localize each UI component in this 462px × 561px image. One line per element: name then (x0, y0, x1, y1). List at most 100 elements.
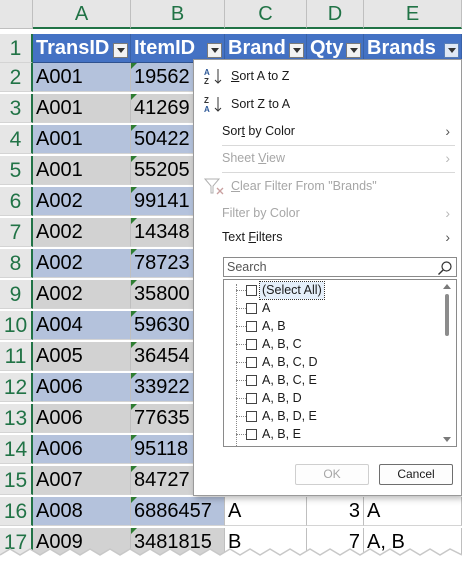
cancel-button[interactable]: Cancel (379, 464, 453, 485)
list-item[interactable]: A, B, C, E (224, 372, 436, 389)
row-number[interactable]: 6 (0, 187, 33, 216)
filter-dropdown-icon[interactable] (346, 43, 361, 58)
cell-itemid-value: 35800 (134, 283, 190, 305)
spreadsheet: A B C D E 1 TransID ItemID Brand Qty Bra… (0, 0, 462, 561)
number-as-text-indicator (131, 249, 137, 255)
checkbox[interactable] (246, 285, 257, 296)
cell-transid[interactable]: A005 (33, 342, 131, 371)
cell-transid[interactable]: A001 (33, 94, 131, 123)
cell-transid[interactable]: A002 (33, 187, 131, 216)
filter-values-list[interactable]: (Select All) A A, B A, B, C A, B, C, D A, B, … (223, 279, 457, 447)
list-item-label: (Select All) (259, 281, 325, 300)
row-number[interactable]: 7 (0, 218, 33, 247)
row-number[interactable]: 10 (0, 311, 33, 340)
checkbox[interactable] (246, 321, 257, 332)
cell-itemid[interactable]: 6886457 (131, 497, 225, 526)
list-item-label: A, B, C (262, 337, 302, 351)
search-input[interactable] (224, 258, 429, 276)
sort-z-to-a-label: Sort Z to A (231, 97, 291, 111)
list-item[interactable]: A (224, 300, 436, 317)
row-number[interactable]: 2 (0, 63, 33, 92)
scroll-up-icon[interactable] (443, 284, 451, 289)
checkbox[interactable] (246, 357, 257, 368)
checkbox[interactable] (246, 429, 257, 440)
checkbox[interactable] (246, 393, 257, 404)
scroll-down-icon[interactable] (443, 437, 451, 442)
row-number[interactable]: 14 (0, 435, 33, 464)
row-number[interactable]: 3 (0, 94, 33, 123)
svg-text:A: A (204, 68, 210, 77)
cell-brands[interactable]: A (364, 497, 462, 526)
autofilter-dropdown: A Z Sort A to Z Z A Sort Z to A Sort by … (193, 59, 462, 496)
cell-transid[interactable]: A004 (33, 311, 131, 340)
text-filters-item[interactable]: Text Filters › (194, 224, 460, 250)
select-all-corner[interactable] (0, 0, 33, 29)
row-number[interactable]: 8 (0, 249, 33, 278)
row-number[interactable]: 4 (0, 125, 33, 154)
checkbox[interactable] (246, 303, 257, 314)
header-transid[interactable]: TransID (33, 34, 131, 63)
row-number[interactable]: 16 (0, 497, 33, 526)
column-header-c[interactable]: C (225, 0, 307, 29)
column-header-a[interactable]: A (33, 0, 131, 29)
cell-itemid-value: 19562 (134, 66, 190, 88)
cell-brand[interactable]: A (225, 497, 307, 526)
list-item[interactable]: A, B, C, D (224, 354, 436, 371)
chevron-right-icon: › (445, 229, 450, 245)
row-number[interactable]: 11 (0, 342, 33, 371)
cell-transid[interactable]: A001 (33, 125, 131, 154)
list-item[interactable]: (Select All) (224, 281, 436, 300)
column-header-d[interactable]: D (307, 0, 364, 29)
number-as-text-indicator (131, 125, 137, 131)
magnifier-icon (438, 261, 452, 275)
cell-itemid-value: 59630 (134, 314, 190, 336)
row-number[interactable]: 5 (0, 156, 33, 185)
filter-dropdown-icon[interactable] (444, 43, 459, 58)
cell-transid[interactable]: A006 (33, 435, 131, 464)
checkbox[interactable] (246, 375, 257, 386)
cell-transid[interactable]: A001 (33, 63, 131, 92)
sort-by-color-item[interactable]: Sort by Color › (194, 118, 460, 144)
row-number[interactable]: 15 (0, 466, 33, 495)
cell-transid[interactable]: A002 (33, 249, 131, 278)
list-item[interactable]: A, B, E (224, 426, 436, 443)
cell-transid[interactable]: A001 (33, 156, 131, 185)
sort-descending-icon: Z A (204, 96, 222, 113)
row-number[interactable]: 1 (0, 34, 33, 63)
filter-dropdown-icon[interactable] (207, 43, 222, 58)
column-header-b[interactable]: B (131, 0, 225, 29)
list-item[interactable]: A, B, D (224, 390, 436, 407)
search-box[interactable] (223, 257, 457, 277)
sort-a-to-z-item[interactable]: A Z Sort A to Z (194, 63, 460, 89)
filter-dropdown-icon[interactable] (113, 43, 128, 58)
chevron-right-icon: › (445, 150, 450, 166)
checkbox[interactable] (246, 411, 257, 422)
list-scrollbar[interactable] (438, 280, 456, 446)
tree-connector (236, 290, 246, 291)
tree-connector (236, 434, 246, 435)
checkbox[interactable] (246, 339, 257, 350)
column-header-e[interactable]: E (364, 0, 462, 29)
cell-itemid-value: 33922 (134, 376, 190, 398)
list-item[interactable]: A, B (224, 318, 436, 335)
cell-transid[interactable]: A006 (33, 373, 131, 402)
row-number[interactable]: 9 (0, 280, 33, 309)
list-item[interactable]: A, B, D, E (224, 408, 436, 425)
scroll-thumb[interactable] (445, 294, 449, 336)
list-item[interactable]: A, B, C (224, 336, 436, 353)
list-item-label: A, B, D (262, 391, 302, 405)
cell-transid[interactable]: A007 (33, 466, 131, 495)
cell-qty[interactable]: 3 (307, 497, 364, 526)
cell-transid[interactable]: A006 (33, 404, 131, 433)
row-number[interactable]: 12 (0, 373, 33, 402)
sort-z-to-a-item[interactable]: Z A Sort Z to A (194, 91, 460, 117)
cell-transid[interactable]: A002 (33, 218, 131, 247)
table-row: 16 A008 6886457 A 3 A (0, 497, 462, 526)
row-number[interactable]: 13 (0, 404, 33, 433)
filter-dropdown-icon[interactable] (289, 43, 304, 58)
cell-itemid-value: 95118 (134, 438, 189, 460)
cell-transid[interactable]: A002 (33, 280, 131, 309)
cell-transid[interactable]: A008 (33, 497, 131, 526)
ok-button[interactable]: OK (295, 464, 369, 485)
list-item-label: A, B, C, D (262, 355, 318, 369)
